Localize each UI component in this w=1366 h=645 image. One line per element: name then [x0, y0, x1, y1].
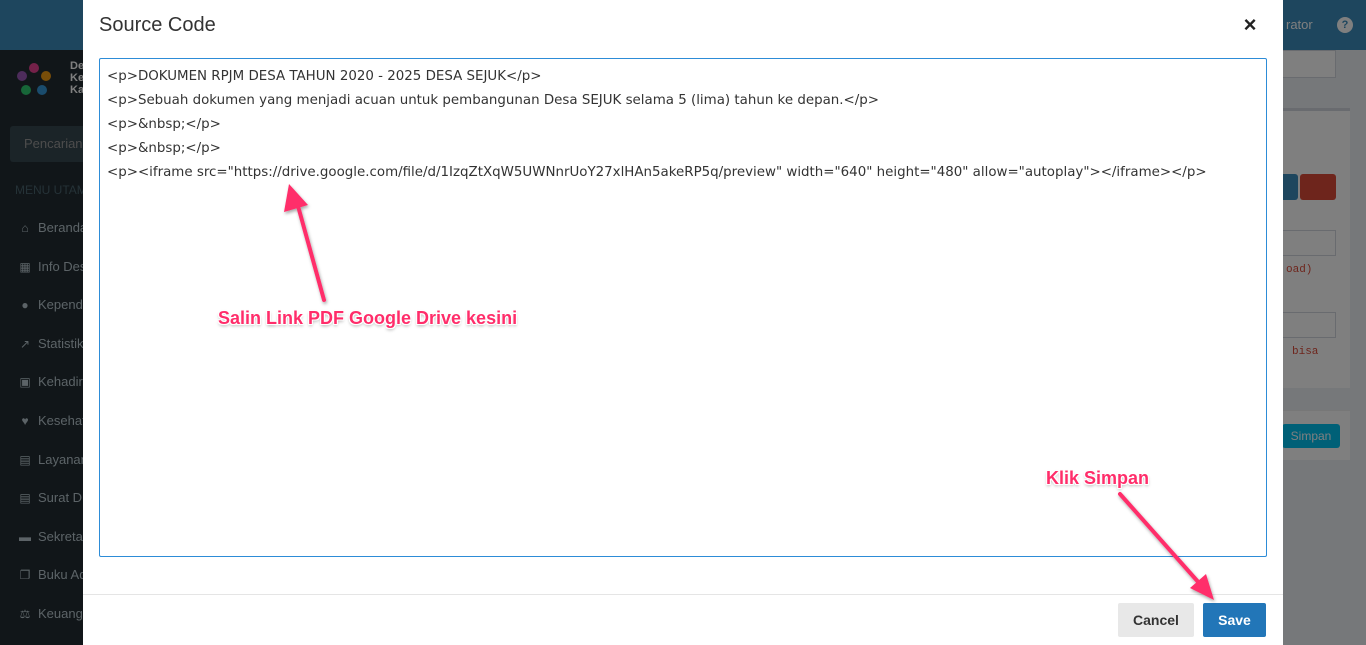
cancel-button[interactable]: Cancel [1118, 603, 1194, 637]
code-line: <p>&nbsp;</p> [107, 141, 221, 156]
dialog-title: Source Code [99, 14, 216, 36]
close-icon[interactable]: × [1239, 12, 1261, 38]
dialog-footer-divider [83, 594, 1283, 595]
code-line: <p>&nbsp;</p> [107, 117, 221, 132]
code-line: <p><iframe src="https://drive.google.com… [107, 165, 1207, 180]
click-save-annotation: Klik Simpan [1046, 468, 1150, 488]
code-line: <p>DOKUMEN RPJM DESA TAHUN 2020 - 2025 D… [107, 69, 542, 84]
paste-link-annotation: Salin Link PDF Google Drive kesini [218, 308, 518, 328]
save-button[interactable]: Save [1203, 603, 1266, 637]
code-line: <p>Sebuah dokumen yang menjadi acuan unt… [107, 93, 879, 108]
